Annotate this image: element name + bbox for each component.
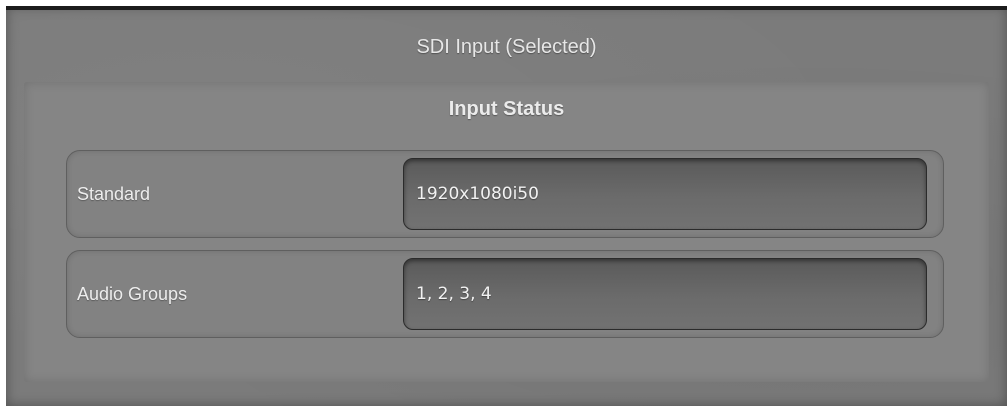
standard-value-field: 1920x1080i50 bbox=[403, 158, 927, 230]
audio-groups-value-field: 1, 2, 3, 4 bbox=[403, 258, 927, 330]
panel-title: SDI Input (Selected) bbox=[416, 36, 597, 58]
audio-groups-label: Audio Groups bbox=[77, 284, 188, 304]
sdi-input-panel: SDI Input (Selected) Input Status Standa… bbox=[6, 6, 1007, 406]
standard-label: Standard bbox=[77, 184, 151, 204]
standard-value: 1920x1080i50 bbox=[416, 184, 539, 204]
section-title: Input Status bbox=[448, 98, 565, 120]
input-status-section: Input Status Standard 1920x1080i50 Audio… bbox=[24, 82, 989, 382]
panel-top-border bbox=[6, 6, 1007, 10]
standard-row: Standard 1920x1080i50 bbox=[66, 150, 944, 238]
audio-groups-value: 1, 2, 3, 4 bbox=[416, 284, 492, 304]
audio-groups-row: Audio Groups 1, 2, 3, 4 bbox=[66, 250, 944, 338]
